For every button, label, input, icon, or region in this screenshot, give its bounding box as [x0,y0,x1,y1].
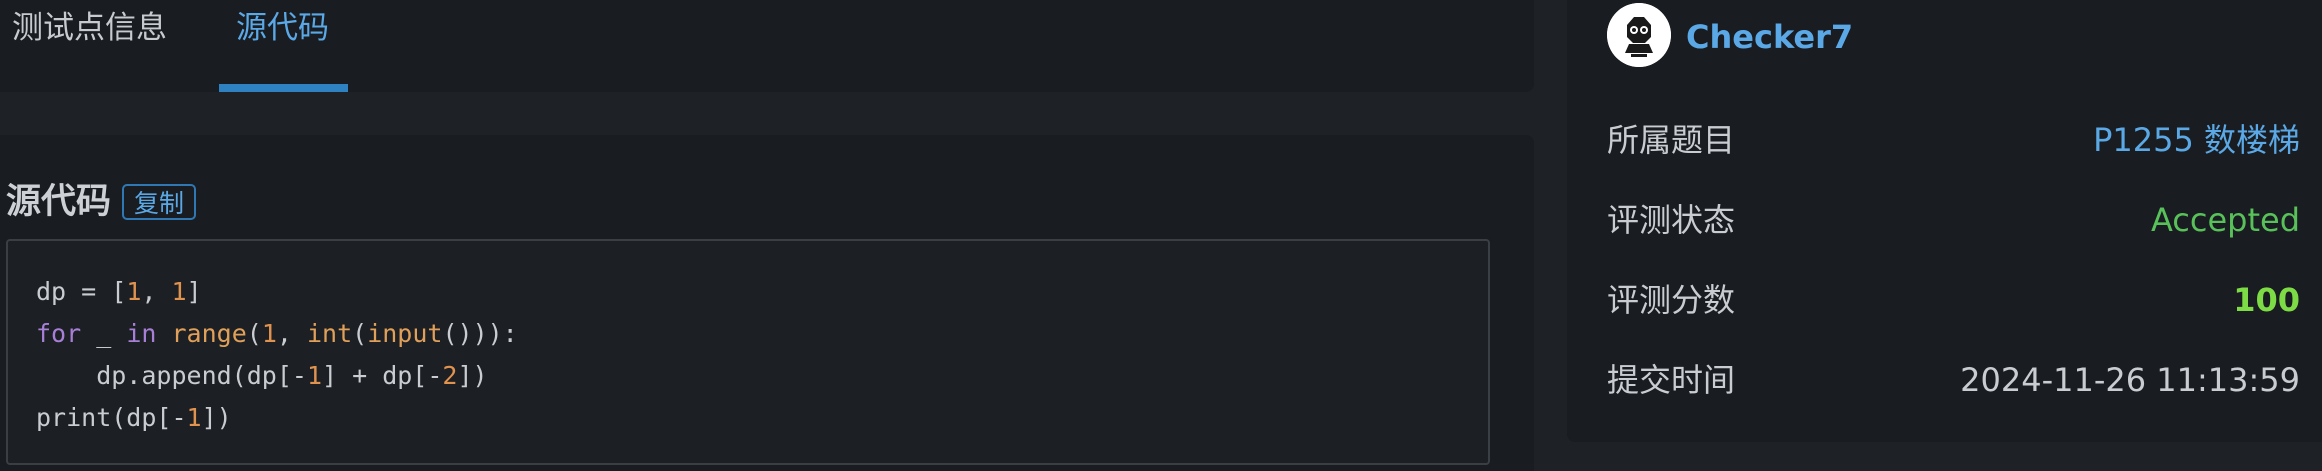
code-line: dp = [1, 1] [36,277,202,306]
submit-time-label: 提交时间 [1607,361,1736,399]
code-line: print(dp[-1]) [36,403,232,432]
username-link[interactable]: Checker7 [1686,16,1853,58]
active-tab-indicator [219,84,348,92]
source-code-panel: 源代码 复制 dp = [1, 1] for _ in range(1, int(… [0,135,1534,471]
tab-testcase-info[interactable]: 测试点信息 [12,8,167,48]
submit-time-value: 2024-11-26 11:13:59 [1960,361,2300,399]
source-code-title: 源代码 [6,182,112,222]
problem-link[interactable]: P1255 数楼梯 [2093,119,2300,161]
tab-bar: 测试点信息 源代码 [0,0,1534,92]
status-label: 评测状态 [1607,201,1736,239]
problem-label: 所属题目 [1607,121,1736,159]
score-value: 100 [2233,281,2300,319]
code-line: dp.append(dp[-1] + dp[-2]) [36,361,488,390]
copy-button[interactable]: 复制 [122,184,197,220]
code-block[interactable]: dp = [1, 1] for _ in range(1, int(input()… [6,239,1490,465]
code-content: dp = [1, 1] for _ in range(1, int(input()… [36,271,518,439]
code-line: for _ in range(1, int(input())): [36,319,518,348]
score-label: 评测分数 [1607,281,1736,319]
status-value: Accepted [2150,201,2300,239]
user-avatar-icon[interactable] [1607,3,1671,67]
submission-info-panel: Checker7 所属题目 P1255 数楼梯 评测状态 Accepted 评测… [1567,0,2322,442]
tab-source-code[interactable]: 源代码 [236,8,329,48]
